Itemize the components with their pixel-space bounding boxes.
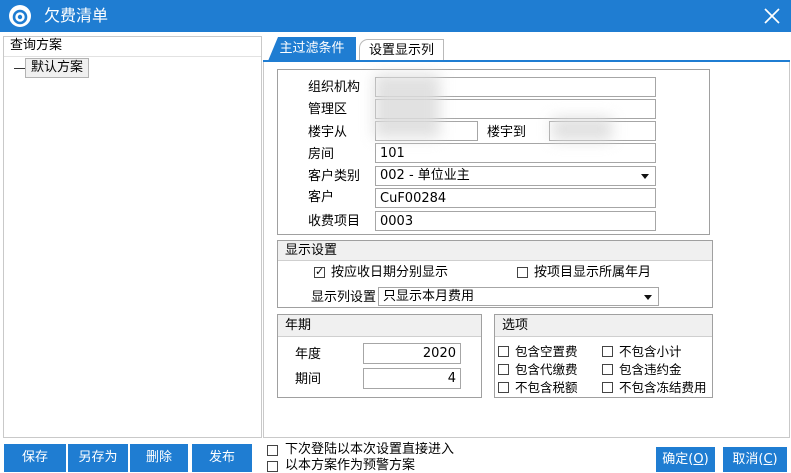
period-label: 期间	[295, 372, 322, 387]
ok-button[interactable]: 确定(O)	[656, 447, 715, 472]
cancel-button-label-end: )	[772, 452, 778, 467]
checkbox-icon[interactable]	[602, 382, 613, 393]
option-penalty-label: 包含违约金	[619, 362, 682, 377]
scheme-panel-header: 查询方案	[10, 38, 63, 53]
chevron-down-icon	[644, 295, 652, 300]
ok-button-label-end: )	[703, 452, 709, 467]
ok-button-accel: O	[693, 452, 704, 467]
org-label: 组织机构	[308, 80, 361, 95]
by-due-date-label: 按应收日期分别显示	[331, 265, 449, 280]
area-label: 管理区	[308, 102, 348, 117]
customer-label: 客户	[308, 190, 335, 205]
option-vacant-fee-label: 包含空置费	[515, 344, 578, 359]
building-to-label: 楼宇到	[487, 125, 527, 140]
option-no-tax-label: 不包含税额	[515, 380, 578, 395]
title-bar[interactable]: 欠费清单	[0, 0, 791, 32]
customer-type-value: 002 - 单位业主	[380, 168, 470, 183]
options-header: 选项	[495, 315, 712, 337]
cancel-button[interactable]: 取消(C)	[723, 447, 787, 472]
period-input[interactable]	[363, 368, 461, 389]
checkbox-icon[interactable]	[602, 346, 613, 357]
close-icon[interactable]	[762, 6, 782, 26]
option-no-frozen-fee-label: 不包含冻结费用	[619, 380, 707, 395]
display-settings-header: 显示设置	[278, 241, 712, 261]
customer-type-select[interactable]: 002 - 单位业主	[375, 166, 656, 186]
display-columns-value: 只显示本月费用	[383, 289, 475, 304]
building-from-label: 楼宇从	[308, 125, 348, 140]
checkbox-icon[interactable]	[498, 346, 509, 357]
display-columns-select[interactable]: 只显示本月费用	[378, 287, 659, 306]
checkbox-icon[interactable]	[517, 267, 528, 278]
by-item-month-label: 按项目显示所属年月	[534, 265, 652, 280]
option-no-subtotal-label: 不包含小计	[619, 344, 682, 359]
publish-button[interactable]: 发布	[192, 444, 252, 472]
save-as-button[interactable]: 另存为	[68, 444, 128, 472]
arrears-dialog: 欠费清单 查询方案 默认方案 主过滤条件 设置显示列 组织机构 管理区 楼宇从 …	[0, 0, 791, 473]
window-title: 欠费清单	[44, 6, 109, 25]
fee-item-label: 收费项目	[308, 214, 361, 229]
option-agency-fee-label: 包含代缴费	[515, 362, 578, 377]
year-label: 年度	[295, 347, 322, 362]
period-box: 年期 年度 期间	[277, 314, 482, 398]
period-header: 年期	[278, 315, 481, 337]
customer-type-label: 客户类别	[308, 169, 361, 184]
customer-input[interactable]	[375, 188, 656, 208]
building-from-input[interactable]	[375, 121, 478, 141]
cancel-button-label: 取消(	[732, 452, 764, 467]
chevron-down-icon	[641, 174, 649, 179]
room-input[interactable]	[375, 143, 656, 163]
main-filter-box: 组织机构 管理区 楼宇从 楼宇到 房间 客户类别 002 - 单位业主 客户 收…	[277, 69, 710, 235]
options-box: 选项 包含空置费 不包含小计 包含代缴费 包含违约金 不包含税额 不包含冻结费用	[494, 314, 713, 398]
checkbox-icon[interactable]	[267, 445, 278, 456]
checkbox-icon[interactable]	[498, 364, 509, 375]
save-button[interactable]: 保存	[4, 444, 66, 472]
cancel-button-accel: C	[763, 452, 773, 467]
checkbox-icon[interactable]	[314, 265, 325, 279]
checkbox-icon[interactable]	[602, 364, 613, 375]
delete-button[interactable]: 删除	[130, 444, 188, 472]
room-label: 房间	[308, 147, 335, 162]
auto-enter-label: 下次登陆以本次设置直接进入	[285, 442, 455, 457]
fee-item-input[interactable]	[375, 211, 656, 231]
year-input[interactable]	[363, 343, 461, 364]
checkbox-icon[interactable]	[498, 382, 509, 393]
checkbox-icon[interactable]	[267, 461, 278, 472]
tree-item-default-scheme[interactable]: 默认方案	[25, 58, 89, 78]
scheme-panel: 查询方案 默认方案	[3, 36, 262, 438]
tab-display-columns[interactable]: 设置显示列	[359, 39, 444, 60]
tree-connector	[14, 68, 25, 69]
building-to-input[interactable]	[549, 121, 656, 141]
app-logo-icon	[9, 5, 31, 27]
display-settings-box: 显示设置 按应收日期分别显示 按项目显示所属年月 显示列设置 只显示本月费用	[277, 240, 713, 308]
area-input[interactable]	[375, 99, 656, 119]
display-columns-label: 显示列设置	[311, 290, 377, 305]
scheme-panel-divider	[4, 56, 261, 57]
ok-button-label: 确定(	[662, 452, 694, 467]
warning-scheme-label: 以本方案作为预警方案	[285, 458, 416, 473]
org-input[interactable]	[375, 77, 656, 97]
tab-main-filter[interactable]: 主过滤条件	[268, 37, 356, 61]
